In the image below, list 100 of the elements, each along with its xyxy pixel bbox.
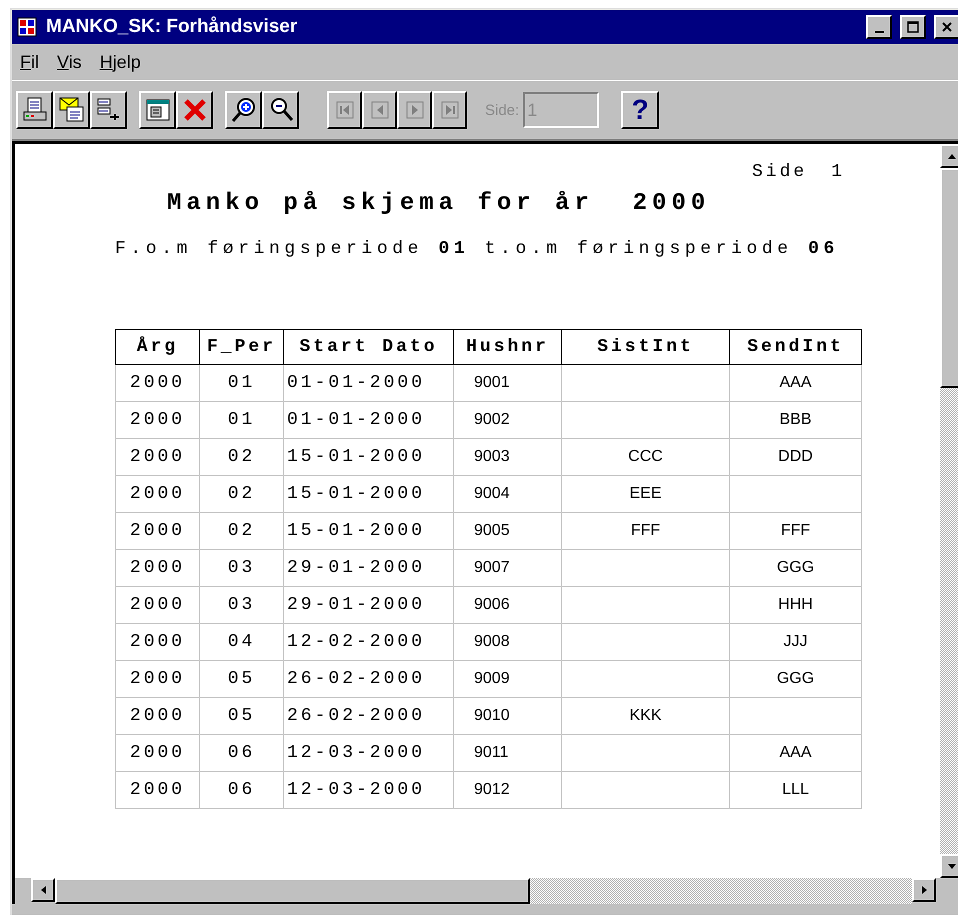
table-cell: GGG: [730, 660, 862, 698]
scroll-up-arrow-icon: [948, 154, 956, 158]
table-cell: KKK: [562, 698, 730, 734]
table-cell: 2000: [116, 438, 200, 476]
table-cell: 9008: [454, 624, 562, 660]
close-button[interactable]: [176, 91, 213, 129]
table-cell: 9011: [454, 734, 562, 772]
table-cell: 2000: [116, 550, 200, 586]
column-header: Start Dato: [284, 330, 454, 364]
minimize-icon: [874, 31, 884, 33]
zoom-in-button[interactable]: [225, 91, 262, 129]
table-cell: 9001: [454, 364, 562, 402]
table-cell: LLL: [730, 772, 862, 808]
column-header: Hushnr: [454, 330, 562, 364]
table-cell: AAA: [730, 734, 862, 772]
table-cell: 2000: [116, 512, 200, 550]
table-cell: 01-01-2000: [284, 364, 454, 402]
table-cell: 2000: [116, 402, 200, 438]
table-cell: 01-01-2000: [284, 402, 454, 438]
table-cell: CCC: [562, 438, 730, 476]
table-cell: 9007: [454, 550, 562, 586]
app-icon: [16, 16, 38, 38]
table-cell: 9010: [454, 698, 562, 734]
table-cell: EEE: [562, 476, 730, 512]
table-cell: AAA: [730, 364, 862, 402]
table-cell: DDD: [730, 438, 862, 476]
table-cell: 05: [200, 698, 284, 734]
column-header: SistInt: [562, 330, 730, 364]
last-page-icon: [440, 100, 460, 120]
help-button[interactable]: ?: [621, 91, 660, 129]
table-cell: 2000: [116, 698, 200, 734]
table-cell: 06: [200, 734, 284, 772]
table-cell: 2000: [116, 772, 200, 808]
table-cell: 29-01-2000: [284, 586, 454, 624]
table-cell: 9009: [454, 660, 562, 698]
table-cell: FFF: [730, 512, 862, 550]
setup-button[interactable]: [90, 91, 127, 129]
maximize-button[interactable]: [900, 15, 926, 39]
table-cell: 03: [200, 550, 284, 586]
table-cell: 04: [200, 624, 284, 660]
table-cell: 9002: [454, 402, 562, 438]
table-cell: JJJ: [730, 624, 862, 660]
table-cell: 05: [200, 660, 284, 698]
table-cell: 12-03-2000: [284, 772, 454, 808]
maximize-icon: [907, 21, 919, 33]
table-cell: 2000: [116, 624, 200, 660]
table-cell: 2000: [116, 364, 200, 402]
table-cell: 03: [200, 586, 284, 624]
table-cell: 9006: [454, 586, 562, 624]
print-button[interactable]: [16, 91, 53, 129]
scroll-left-arrow-icon: [40, 886, 46, 894]
page-label: Side: [752, 162, 808, 182]
vertical-scrollbar[interactable]: [940, 144, 958, 878]
table-cell: 02: [200, 438, 284, 476]
table-cell: 26-02-2000: [284, 698, 454, 734]
table-cell: 01: [200, 402, 284, 438]
table-cell: GGG: [730, 550, 862, 586]
window-title: MANKO_SK: Forhåndsviser: [46, 16, 298, 38]
table-cell: 26-02-2000: [284, 660, 454, 698]
table-cell: 2000: [116, 586, 200, 624]
page-number: 1: [831, 162, 845, 182]
next-page-icon: [404, 100, 424, 120]
table-cell: HHH: [730, 586, 862, 624]
table-cell: 29-01-2000: [284, 550, 454, 586]
table-cell: 15-01-2000: [284, 512, 454, 550]
minimize-button[interactable]: [866, 15, 892, 39]
table-cell: 12-02-2000: [284, 624, 454, 660]
table-cell: 2000: [116, 734, 200, 772]
report-subtitle: F.o.m føringsperiode 01 t.o.m føringsperiode 06: [115, 239, 840, 259]
table-cell: 12-03-2000: [284, 734, 454, 772]
table-cell: 15-01-2000: [284, 438, 454, 476]
close-window-button[interactable]: [934, 15, 958, 39]
table-cell: 2000: [116, 660, 200, 698]
table-cell: 02: [200, 512, 284, 550]
column-header: SendInt: [730, 330, 862, 364]
scroll-down-arrow-icon: [948, 864, 956, 868]
scroll-right-arrow-icon: [922, 886, 926, 894]
table-cell: 2000: [116, 476, 200, 512]
window-button[interactable]: [139, 91, 176, 129]
table-cell: BBB: [730, 402, 862, 438]
zoom-out-button[interactable]: [262, 91, 299, 129]
mail-button[interactable]: [53, 91, 90, 129]
mail-icon: [58, 96, 86, 124]
menu-item[interactable]: Hjelp: [100, 52, 141, 72]
previous-page-icon: [370, 100, 390, 120]
column-header: Årg: [116, 330, 200, 364]
report-title: Manko på skjema for år 2000: [167, 190, 712, 217]
zoom-in-icon: [230, 96, 258, 124]
menu-item[interactable]: Vis: [57, 52, 82, 72]
table-cell: 02: [200, 476, 284, 512]
table-cell: 9012: [454, 772, 562, 808]
column-header: F_Per: [200, 330, 284, 364]
table-cell: 9005: [454, 512, 562, 550]
close-icon: [941, 21, 953, 33]
table-cell: 9003: [454, 438, 562, 476]
first-page-icon: [334, 100, 354, 120]
table-cell: 15-01-2000: [284, 476, 454, 512]
table-cell: 01: [200, 364, 284, 402]
table-cell: FFF: [562, 512, 730, 550]
menu-item[interactable]: Fil: [20, 52, 39, 72]
